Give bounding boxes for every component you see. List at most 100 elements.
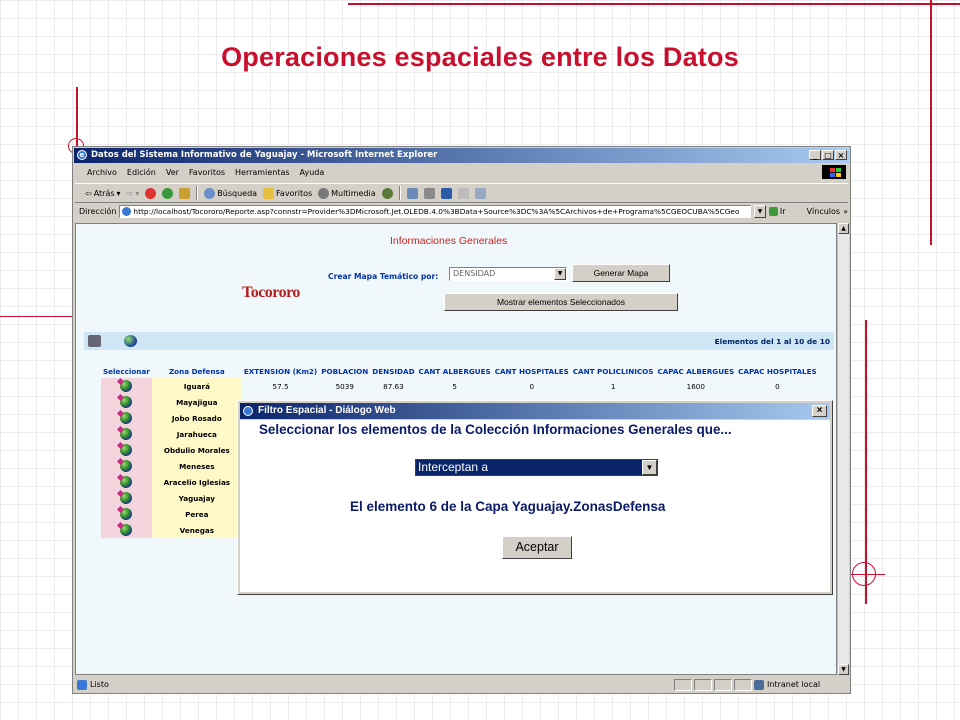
stop-icon[interactable]: [145, 187, 157, 199]
intranet-icon: [754, 679, 764, 690]
dialog-close-button[interactable]: ×: [812, 405, 827, 417]
search-icon: [204, 187, 216, 199]
address-dropdown-button[interactable]: ▼: [754, 205, 766, 218]
close-button[interactable]: ×: [835, 150, 847, 160]
page-icon: [122, 207, 132, 216]
links-label[interactable]: Vínculos: [807, 207, 841, 216]
table-row: Iguará 57.5 5039 87.63 5 0 1 1600 0: [101, 378, 819, 394]
address-input[interactable]: http://localhost/Tocororo/Reporte.asp?co…: [119, 205, 752, 218]
col-cant-policlinicos: CANT POLICLINICOS: [572, 367, 654, 376]
search-button[interactable]: Búsqueda: [204, 187, 258, 199]
col-cant-albergues: CANT ALBERGUES: [418, 367, 491, 376]
generar-mapa-button[interactable]: Generar Mapa: [572, 264, 670, 282]
deco-line-right: [930, 0, 932, 245]
menu-ayuda[interactable]: Ayuda: [300, 165, 325, 181]
tematico-select[interactable]: DENSIDAD ▼: [449, 267, 567, 281]
back-arrow-icon: ⇦: [85, 188, 92, 198]
page-status-icon: [77, 679, 87, 690]
refresh-icon[interactable]: [162, 187, 174, 199]
maximize-button[interactable]: □: [822, 150, 834, 160]
menu-ver[interactable]: Ver: [166, 165, 179, 181]
discuss-icon[interactable]: [457, 187, 469, 199]
globe-select-icon[interactable]: [120, 508, 133, 520]
address-value: http://localhost/Tocororo/Reporte.asp?co…: [133, 207, 740, 216]
chevron-down-icon: ▼: [554, 268, 566, 280]
select-cell[interactable]: [101, 458, 152, 474]
favorites-label: Favoritos: [276, 188, 313, 198]
messenger-icon[interactable]: [474, 187, 486, 199]
dialog-element-text: El elemento 6 de la Capa Yaguajay.ZonasD…: [350, 499, 666, 514]
globe-select-icon[interactable]: [120, 476, 133, 488]
menu-favoritos[interactable]: Favoritos: [189, 165, 225, 181]
search-label: Búsqueda: [217, 188, 258, 198]
globe-select-icon[interactable]: [120, 492, 133, 504]
go-label: Ir: [779, 207, 786, 216]
globe-select-icon[interactable]: [120, 460, 133, 472]
filtro-espacial-dialog: Filtro Espacial - Diálogo Web × Seleccio…: [237, 400, 833, 595]
history-icon[interactable]: [381, 187, 393, 199]
deco-circle-right: [852, 562, 876, 586]
zona-cell: Obdulio Morales: [151, 442, 242, 458]
go-button[interactable]: Ir: [768, 207, 786, 216]
word-icon[interactable]: [440, 187, 452, 199]
cant-albergues-cell: 5: [452, 381, 457, 391]
globe-select-icon[interactable]: [120, 524, 133, 536]
forward-button[interactable]: ⇨ ▾: [127, 189, 140, 198]
multimedia-icon: [318, 187, 330, 199]
home-icon[interactable]: [179, 187, 191, 199]
aceptar-button[interactable]: Aceptar: [502, 536, 572, 559]
globe-select-icon[interactable]: [120, 444, 133, 456]
map-icon[interactable]: [88, 335, 101, 347]
spatial-operation-select[interactable]: Interceptan a ▼: [415, 459, 658, 476]
select-cell[interactable]: [101, 426, 152, 442]
print-icon[interactable]: [423, 187, 435, 199]
back-label: Atrás: [93, 188, 115, 198]
chevron-right-icon[interactable]: »: [843, 207, 848, 216]
favorites-button[interactable]: Favoritos: [263, 187, 313, 199]
select-cell[interactable]: [101, 506, 152, 522]
menu-herramientas[interactable]: Herramientas: [235, 165, 290, 181]
cant-policlinicos-cell: 1: [610, 381, 616, 391]
vertical-scrollbar[interactable]: ▲ ▼: [837, 223, 849, 675]
select-cell[interactable]: [101, 394, 152, 410]
scroll-up-button[interactable]: ▲: [838, 223, 849, 234]
browser-titlebar: e Datos del Sistema Informativo de Yagua…: [74, 148, 849, 163]
zona-cell: Mayajigua: [151, 394, 242, 410]
menu-archivo[interactable]: Archivo: [87, 165, 117, 181]
cant-hospitales-cell: 0: [529, 381, 535, 391]
select-cell[interactable]: [101, 522, 152, 538]
select-cell[interactable]: [101, 378, 152, 394]
col-zona-defensa: Zona Defensa: [168, 367, 225, 376]
select-cell[interactable]: [101, 410, 152, 426]
window-controls: _ □ ×: [809, 150, 847, 160]
globe-select-icon[interactable]: [120, 380, 133, 392]
zona-cell: Jobo Rosado: [151, 410, 242, 426]
status-text: Listo: [90, 680, 109, 689]
logo-text: Tocororo: [242, 284, 300, 301]
chevron-down-icon: ▾: [116, 188, 121, 198]
menu-edicion[interactable]: Edición: [127, 165, 156, 181]
multimedia-button[interactable]: Multimedia: [318, 187, 376, 199]
mostrar-seleccionados-button[interactable]: Mostrar elementos Seleccionados: [444, 293, 678, 311]
zona-cell: Venegas: [151, 522, 242, 538]
toolbar: ⇦ Atrás ▾ ⇨ ▾ Búsqueda Favoritos Multimed…: [75, 183, 848, 203]
chevron-down-icon: ▼: [642, 460, 657, 475]
globe-select-icon[interactable]: [120, 412, 133, 424]
zona-cell: Iguará: [151, 378, 242, 394]
poblacion-cell: 5039: [335, 381, 354, 391]
back-button[interactable]: ⇦ Atrás ▾: [85, 189, 121, 198]
densidad-cell: 87.63: [383, 381, 404, 391]
mail-icon[interactable]: [406, 187, 418, 199]
scroll-down-button[interactable]: ▼: [838, 664, 849, 675]
address-bar: Dirección http://localhost/Tocororo/Repo…: [75, 203, 848, 220]
dialog-title: Filtro Espacial - Diálogo Web: [258, 405, 396, 416]
minimize-button[interactable]: _: [809, 150, 821, 160]
select-cell[interactable]: [101, 442, 152, 458]
globe-select-icon[interactable]: [120, 396, 133, 408]
select-cell[interactable]: [101, 490, 152, 506]
globe-select-icon[interactable]: [120, 428, 133, 440]
globe-icon[interactable]: [124, 335, 137, 347]
ie-icon: e: [77, 150, 87, 160]
select-cell[interactable]: [101, 474, 152, 490]
address-label: Dirección: [79, 207, 117, 216]
